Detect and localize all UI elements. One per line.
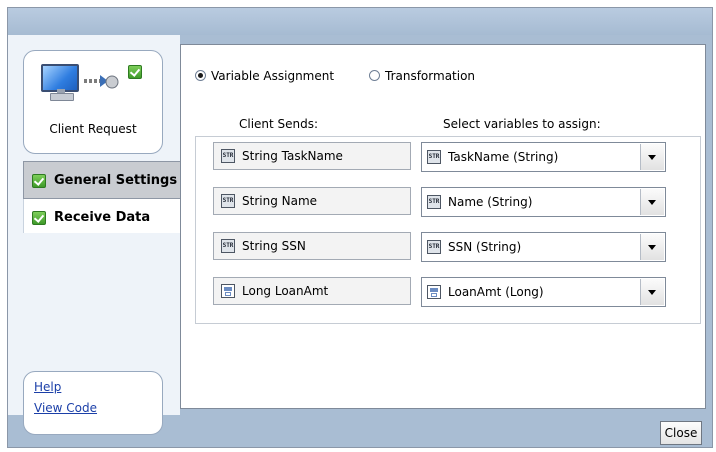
table-row: STR String SSN STR SSN (String) xyxy=(196,232,700,266)
settings-panel: Variable Assignment Transformation Clien… xyxy=(180,44,706,409)
client-request-label: Client Request xyxy=(49,122,137,136)
client-sends-value: Long LoanAmt xyxy=(242,284,329,298)
dialog-window: Client Request General Settings Receive … xyxy=(7,7,713,448)
chevron-down-icon[interactable] xyxy=(640,189,664,215)
variable-select-value: SSN (String) xyxy=(448,240,522,254)
check-icon xyxy=(32,174,46,188)
radio-label: Variable Assignment xyxy=(211,69,335,83)
client-sends-value: String TaskName xyxy=(242,149,343,163)
radio-transformation[interactable]: Transformation xyxy=(369,69,475,83)
nav-item-receive-data[interactable]: Receive Data xyxy=(23,199,180,233)
chevron-down-icon[interactable] xyxy=(640,234,664,260)
nav-item-label: General Settings xyxy=(54,173,178,188)
string-icon: STR xyxy=(427,150,441,164)
nav-item-general-settings[interactable]: General Settings xyxy=(23,161,180,199)
client-sends-value: String SSN xyxy=(242,239,306,253)
string-icon: STR xyxy=(221,194,235,208)
left-pane: Client Request General Settings Receive … xyxy=(8,35,180,435)
chevron-down-icon[interactable] xyxy=(640,279,664,305)
client-request-card[interactable]: Client Request xyxy=(23,50,163,154)
client-sends-field: Long LoanAmt xyxy=(213,277,411,305)
mapping-table: STR String TaskName STR TaskName (String… xyxy=(195,136,701,324)
variable-select[interactable]: STR SSN (String) xyxy=(421,232,666,262)
variable-select-value: TaskName (String) xyxy=(448,150,559,164)
help-card: Help View Code xyxy=(23,371,163,435)
nav-item-label: Receive Data xyxy=(54,210,151,225)
variable-select-value: LoanAmt (Long) xyxy=(448,285,544,299)
variable-select-value: Name (String) xyxy=(448,195,533,209)
table-row: STR String TaskName STR TaskName (String… xyxy=(196,142,700,176)
monitor-icon xyxy=(41,64,79,92)
table-row: Long LoanAmt LoanAmt (Long) xyxy=(196,277,700,311)
monitor-stand xyxy=(50,93,74,101)
column-header-client-sends: Client Sends: xyxy=(239,117,319,131)
client-sends-field: STR String Name xyxy=(213,187,411,215)
string-icon: STR xyxy=(427,240,441,254)
help-link[interactable]: Help xyxy=(34,380,61,394)
view-code-link[interactable]: View Code xyxy=(34,401,97,415)
string-icon: STR xyxy=(221,239,235,253)
radio-selected-icon xyxy=(195,70,206,81)
client-sends-value: String Name xyxy=(242,194,318,208)
radio-variable-assignment[interactable]: Variable Assignment xyxy=(195,69,334,83)
send-arrow-icon xyxy=(84,75,119,89)
title-bar xyxy=(8,8,712,35)
chevron-down-icon[interactable] xyxy=(640,144,664,170)
check-icon xyxy=(32,211,46,225)
long-icon xyxy=(221,284,235,298)
close-button[interactable]: Close xyxy=(660,421,702,445)
client-sends-field: STR String TaskName xyxy=(213,142,411,170)
variable-select[interactable]: STR Name (String) xyxy=(421,187,666,217)
table-row: STR String Name STR Name (String) xyxy=(196,187,700,221)
long-icon xyxy=(427,285,441,299)
column-header-select-variables: Select variables to assign: xyxy=(443,117,601,131)
string-icon: STR xyxy=(221,149,235,163)
complete-check-icon xyxy=(128,65,142,79)
variable-select[interactable]: STR TaskName (String) xyxy=(421,142,666,172)
string-icon: STR xyxy=(427,195,441,209)
variable-select[interactable]: LoanAmt (Long) xyxy=(421,277,666,307)
client-sends-field: STR String SSN xyxy=(213,232,411,260)
radio-label: Transformation xyxy=(385,69,476,83)
radio-unselected-icon xyxy=(369,70,380,81)
